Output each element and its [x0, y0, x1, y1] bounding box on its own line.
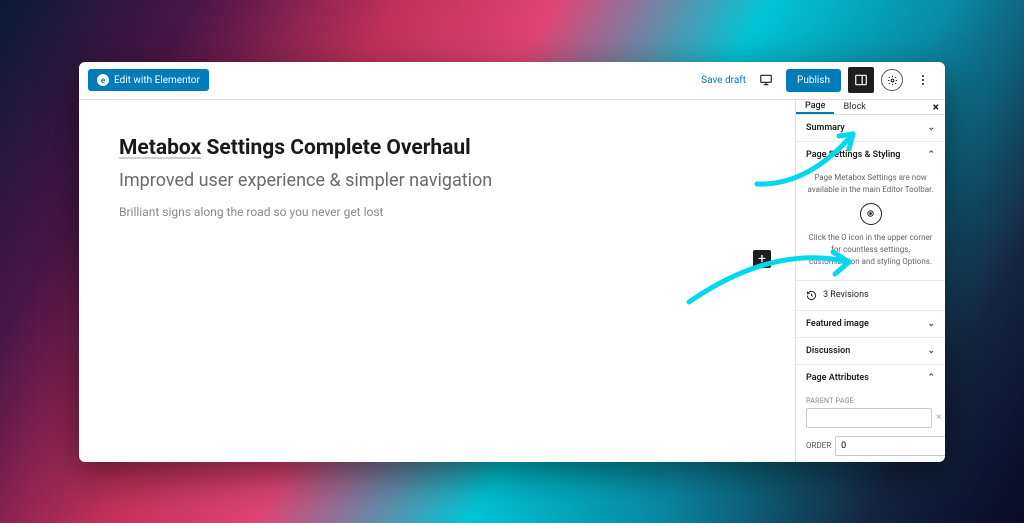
revisions-label: 3 Revisions	[823, 290, 869, 300]
panel-discussion: Discussion ⌄	[796, 338, 945, 365]
panel-page-settings-header[interactable]: Page Settings & Styling ⌃	[796, 142, 945, 168]
target-icon	[865, 208, 876, 219]
order-label: ORDER	[806, 441, 831, 450]
save-draft-link[interactable]: Save draft	[701, 75, 746, 86]
desktop-icon	[759, 73, 773, 87]
more-options-button[interactable]	[910, 67, 936, 93]
tab-block[interactable]: Block	[834, 100, 874, 114]
page-title[interactable]: Metabox Settings Complete Overhaul	[119, 135, 755, 160]
elementor-icon: e	[97, 74, 109, 86]
tab-page[interactable]: Page	[796, 100, 834, 114]
parent-page-row: ×	[796, 408, 945, 436]
panel-revisions[interactable]: 3 Revisions	[796, 281, 945, 311]
plus-icon: +	[758, 251, 766, 267]
chevron-down-icon: ⌄	[927, 346, 935, 356]
parent-page-label: PARENT PAGE:	[796, 391, 945, 408]
order-input[interactable]	[835, 436, 945, 456]
title-rest: Settings Complete Overhaul	[201, 136, 471, 160]
panel-summary: Summary ⌄	[796, 115, 945, 142]
chevron-up-icon: ⌃	[927, 150, 935, 160]
sidebar-tabs: Page Block ×	[796, 100, 945, 115]
page-settings-text-1: Page Metabox Settings are now available …	[806, 172, 935, 196]
panel-featured-image-header[interactable]: Featured image ⌄	[796, 311, 945, 337]
panel-featured-image-label: Featured image	[806, 319, 869, 329]
chevron-down-icon: ⌄	[927, 123, 935, 133]
toolbar-right: Save draft Publish	[701, 67, 936, 93]
order-row: ORDER	[796, 436, 945, 462]
panel-page-attributes: Page Attributes ⌃ PARENT PAGE: × ORDER	[796, 365, 945, 462]
preview-button[interactable]	[753, 67, 779, 93]
panel-featured-image: Featured image ⌄	[796, 311, 945, 338]
chevron-down-icon: ⌄	[927, 319, 935, 329]
more-icon	[922, 75, 924, 85]
parent-page-input[interactable]	[806, 408, 932, 428]
panel-page-attributes-header[interactable]: Page Attributes ⌃	[796, 365, 945, 391]
gear-icon	[887, 75, 898, 86]
editor-canvas[interactable]: Metabox Settings Complete Overhaul Impro…	[79, 100, 795, 462]
sidebar-toggle-button[interactable]	[848, 67, 874, 93]
clear-parent-page-button[interactable]: ×	[936, 412, 941, 423]
panel-page-attributes-label: Page Attributes	[806, 373, 869, 383]
layout-icon	[854, 73, 868, 87]
history-icon	[806, 290, 817, 301]
page-settings-icon-frame	[860, 203, 882, 225]
top-toolbar: e Edit with Elementor Save draft Publish	[79, 62, 945, 100]
settings-button[interactable]	[881, 69, 903, 91]
panel-summary-label: Summary	[806, 123, 845, 133]
editor-window: e Edit with Elementor Save draft Publish…	[79, 62, 945, 462]
publish-button[interactable]: Publish	[786, 69, 841, 92]
panel-page-settings-label: Page Settings & Styling	[806, 150, 900, 160]
settings-sidebar: Page Block × Summary ⌄ Page Settings & S…	[795, 100, 945, 462]
elementor-button-label: Edit with Elementor	[114, 75, 200, 86]
editor-body: Metabox Settings Complete Overhaul Impro…	[79, 100, 945, 462]
panel-discussion-label: Discussion	[806, 346, 850, 356]
close-sidebar-button[interactable]: ×	[933, 100, 939, 114]
page-settings-text-2: Click the O icon in the upper corner for…	[806, 232, 935, 268]
page-subtitle[interactable]: Improved user experience & simpler navig…	[119, 170, 755, 191]
add-block-button[interactable]: +	[753, 250, 771, 268]
panel-page-settings: Page Settings & Styling ⌃ Page Metabox S…	[796, 142, 945, 281]
chevron-up-icon: ⌃	[927, 373, 935, 383]
title-highlight: Metabox	[119, 136, 201, 160]
panel-discussion-header[interactable]: Discussion ⌄	[796, 338, 945, 364]
edit-with-elementor-button[interactable]: e Edit with Elementor	[88, 69, 209, 91]
panel-page-settings-body: Page Metabox Settings are now available …	[796, 168, 945, 280]
page-body-text[interactable]: Brilliant signs along the road so you ne…	[119, 205, 755, 219]
panel-summary-header[interactable]: Summary ⌄	[796, 115, 945, 141]
close-icon: ×	[933, 100, 939, 114]
